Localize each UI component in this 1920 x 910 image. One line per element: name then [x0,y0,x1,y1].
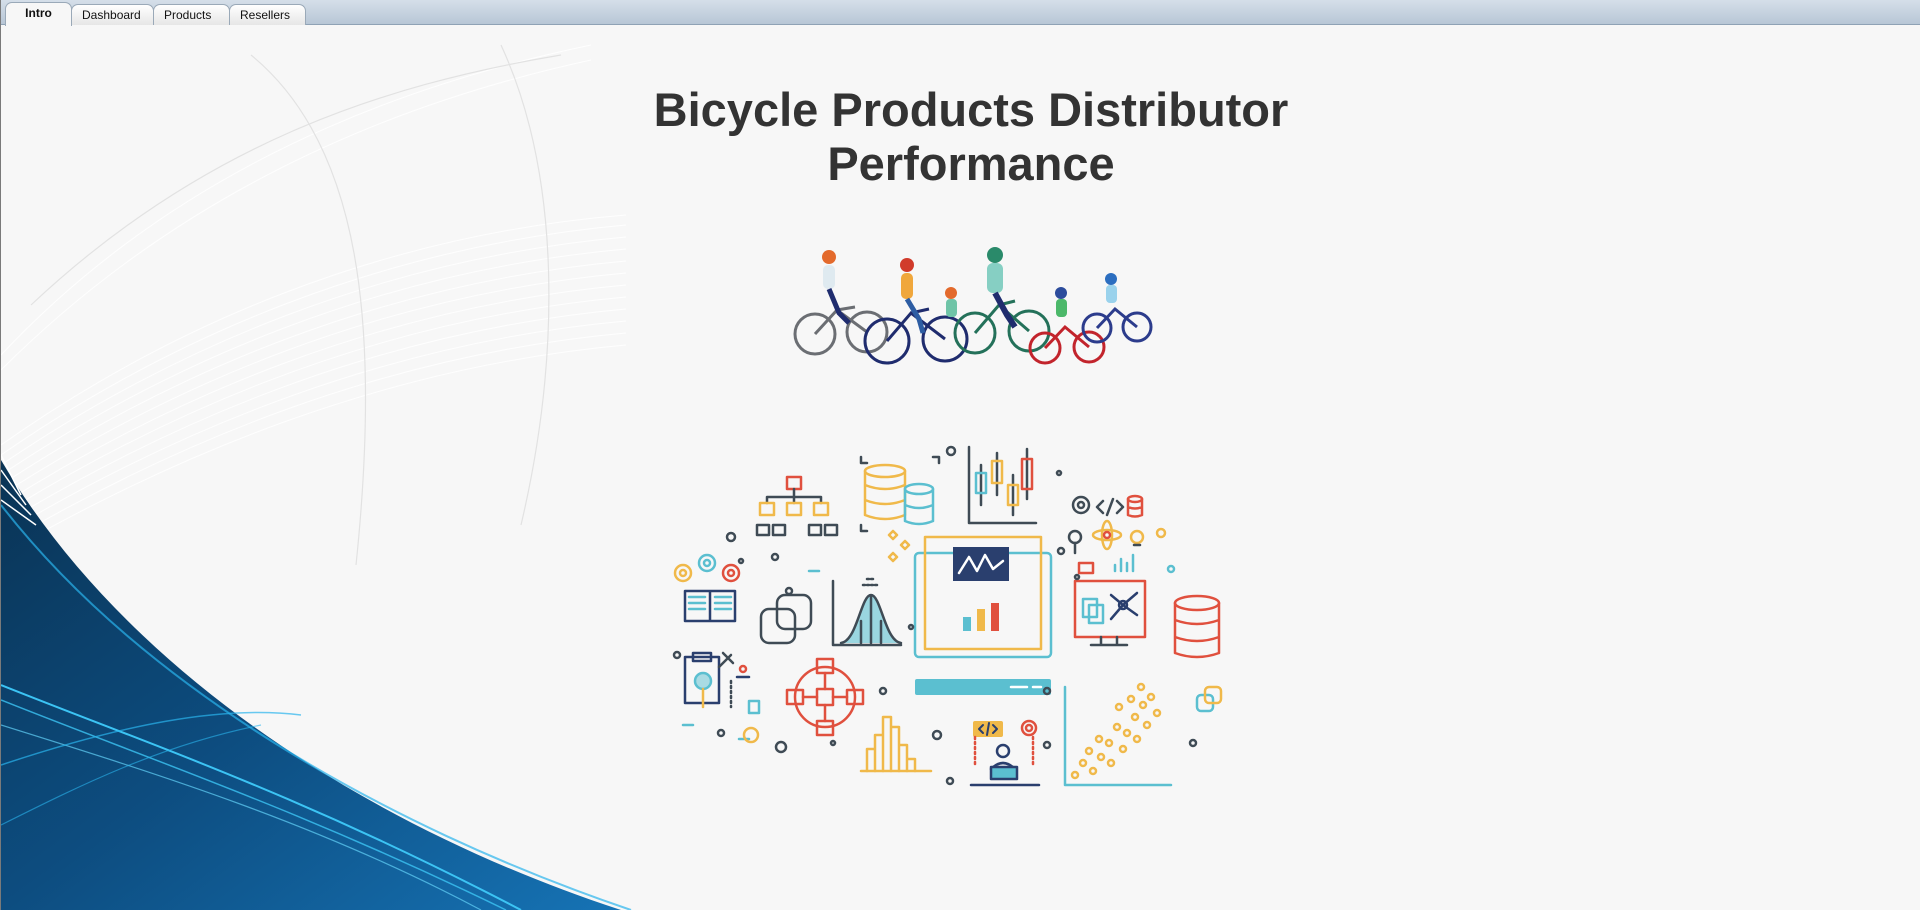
title-line-1: Bicycle Products Distributor [653,83,1289,136]
app-window: Intro Dashboard Products Resellers Bicyc… [0,0,1920,910]
network-monitor-icon [1073,573,1147,647]
linked-squares-icon [759,552,821,645]
box-plot-icon [945,445,1063,525]
histogram-icon [859,686,955,786]
tab-products[interactable]: Products [153,4,230,25]
org-chart-icon [755,475,839,537]
page-title: Bicycle Products Distributor Performance [621,83,1321,191]
tab-intro[interactable]: Intro [5,2,72,26]
tab-dashboard[interactable]: Dashboard [71,4,154,25]
gears-book-icon [673,531,745,623]
cyclists-illustration [793,247,1153,365]
linked-small-squares-icon [1188,685,1223,748]
analytics-icon-collage [672,445,1223,787]
title-line-2: Performance [827,137,1115,190]
tab-resellers[interactable]: Resellers [229,4,306,25]
science-icons [1067,494,1176,575]
tab-bar: Intro Dashboard Products Resellers [1,0,1920,26]
monitor-dashboard-icon [887,529,1066,695]
developer-laptop-icon [969,686,1052,787]
intro-page: Bicycle Products Distributor Performance [1,25,1920,910]
network-target-icon [774,657,865,754]
database-stack-icon [859,455,941,533]
database-icon [1173,594,1221,659]
bell-curve-icon [831,577,903,647]
scatter-plot-icon [1042,682,1173,787]
clipboard-analysis-icon [672,650,761,744]
